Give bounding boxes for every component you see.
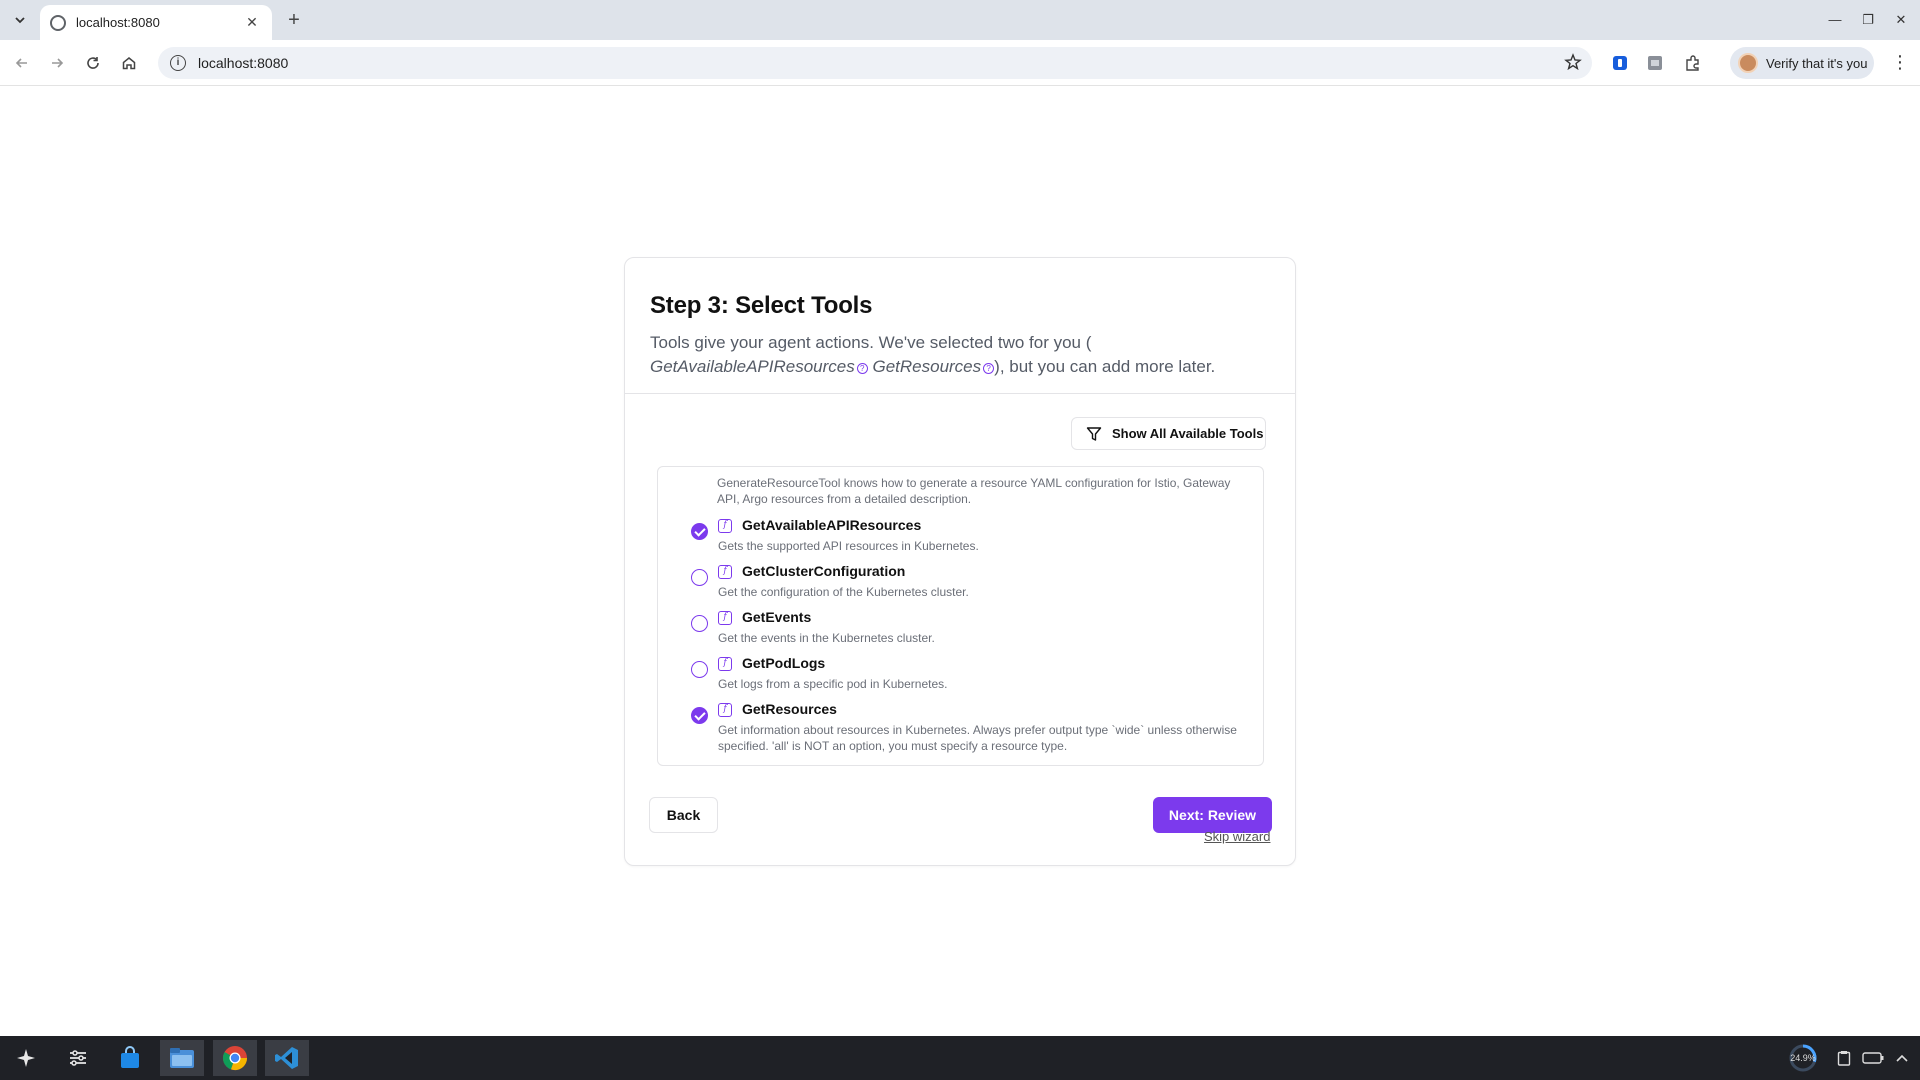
home-icon[interactable] xyxy=(117,51,141,75)
extension-icon[interactable] xyxy=(1644,52,1666,74)
browser-tab[interactable]: localhost:8080 ✕ xyxy=(40,5,272,40)
chevron-down-icon xyxy=(15,17,25,24)
reload-icon[interactable] xyxy=(81,51,105,75)
function-icon: f xyxy=(718,703,732,717)
puzzle-extensions-icon[interactable] xyxy=(1682,52,1704,74)
description-prefix: Tools give your agent actions. We've sel… xyxy=(650,333,1092,352)
tool-description: Get logs from a specific pod in Kubernet… xyxy=(718,677,948,691)
profile-label: Verify that it's you xyxy=(1766,55,1868,71)
globe-icon xyxy=(50,14,66,31)
tool-description: Get information about resources in Kuber… xyxy=(718,723,1237,753)
profile-verify-chip[interactable]: Verify that it's you xyxy=(1730,47,1874,79)
address-bar[interactable]: i localhost:8080 xyxy=(158,47,1592,79)
tool-item-getclusterconfiguration[interactable]: f GetClusterConfiguration Get the config… xyxy=(658,563,1263,609)
tool-select-radio[interactable] xyxy=(691,661,708,678)
tool-name: GetEvents xyxy=(742,609,812,625)
back-nav-icon[interactable] xyxy=(10,51,34,75)
partial-tool-description: GenerateResourceTool knows how to genera… xyxy=(717,476,1231,506)
tab-title: localhost:8080 xyxy=(76,15,160,30)
tab-search-button[interactable] xyxy=(8,8,32,32)
browser-toolbar: i localhost:8080 Verify that it's you ⋮ xyxy=(0,40,1920,86)
page-title: Step 3: Select Tools xyxy=(650,292,873,319)
tool-name: GetAvailableAPIResources xyxy=(742,517,922,533)
tool-description: Gets the supported API resources in Kube… xyxy=(718,539,979,553)
taskbar: 24.9% xyxy=(0,1036,1920,1080)
tool-name: GetPodLogs xyxy=(742,655,826,671)
browser-menu-icon[interactable]: ⋮ xyxy=(1890,53,1910,73)
description-suffix: ), but you can add more later. xyxy=(994,357,1216,376)
tool-list[interactable]: GenerateResourceTool knows how to genera… xyxy=(657,466,1264,766)
wizard-card: Step 3: Select Tools Tools give your age… xyxy=(624,257,1296,866)
filter-icon xyxy=(1086,426,1102,441)
close-window-icon[interactable]: ✕ xyxy=(1891,10,1911,30)
tool-select-radio[interactable] xyxy=(691,615,708,632)
browser-tab-bar: localhost:8080 ✕ + — ❐ ✕ xyxy=(0,0,1920,40)
tool-item-getavailableapiresources[interactable]: f GetAvailableAPIResources Gets the supp… xyxy=(658,517,1263,563)
tool-name: GetClusterConfiguration xyxy=(742,563,906,579)
back-button[interactable]: Back xyxy=(649,797,718,833)
chevron-up-icon[interactable] xyxy=(1892,1048,1912,1068)
next-review-button[interactable]: Next: Review xyxy=(1153,797,1272,833)
tool-item-getresources[interactable]: f GetResources Get information about res… xyxy=(658,701,1263,763)
tool-description: Get the configuration of the Kubernetes … xyxy=(718,585,969,599)
tool-select-radio[interactable] xyxy=(691,569,708,586)
settings-sliders-icon[interactable] xyxy=(56,1040,100,1076)
cpu-usage-label: 24.9% xyxy=(1790,1053,1816,1063)
new-tab-button[interactable]: + xyxy=(282,9,306,33)
url-text: localhost:8080 xyxy=(198,55,289,71)
tool-description: Get the events in the Kubernetes cluster… xyxy=(718,631,935,645)
tool-name: GetResources xyxy=(742,701,837,717)
selected-tool-ref-2: GetResources xyxy=(872,357,982,376)
vscode-icon[interactable] xyxy=(265,1040,309,1076)
tool-item-getevents[interactable]: f GetEvents Get the events in the Kubern… xyxy=(658,609,1263,655)
card-header: Step 3: Select Tools Tools give your age… xyxy=(625,258,1295,394)
battery-icon[interactable] xyxy=(1862,1048,1884,1068)
function-icon: f xyxy=(718,565,732,579)
show-all-tools-label: Show All Available Tools xyxy=(1112,426,1264,441)
cpu-usage-indicator[interactable]: 24.9% xyxy=(1786,1044,1820,1072)
store-bag-icon[interactable] xyxy=(108,1040,152,1076)
forward-nav-icon[interactable] xyxy=(45,51,69,75)
function-icon: f xyxy=(718,519,732,533)
tool-item-getpodlogs[interactable]: f GetPodLogs Get logs from a specific po… xyxy=(658,655,1263,701)
password-manager-extension-icon[interactable] xyxy=(1609,52,1631,74)
bookmark-star-icon[interactable] xyxy=(1564,53,1582,76)
help-icon[interactable]: ? xyxy=(983,363,995,374)
tool-select-radio[interactable] xyxy=(691,707,708,724)
avatar xyxy=(1738,53,1758,73)
chrome-icon[interactable] xyxy=(213,1040,257,1076)
minimize-icon[interactable]: — xyxy=(1825,10,1845,30)
show-all-tools-button[interactable]: Show All Available Tools xyxy=(1071,417,1266,450)
help-icon[interactable]: ? xyxy=(856,363,868,374)
restore-icon[interactable]: ❐ xyxy=(1858,10,1878,30)
close-tab-icon[interactable]: ✕ xyxy=(242,14,262,31)
selected-tool-ref-1: GetAvailableAPIResources xyxy=(650,357,855,376)
site-info-icon[interactable]: i xyxy=(170,55,186,71)
clipboard-icon[interactable] xyxy=(1834,1048,1854,1068)
skip-wizard-link[interactable]: Skip wizard xyxy=(1204,829,1270,844)
page-description: Tools give your agent actions. We've sel… xyxy=(650,331,1271,379)
tool-select-radio[interactable] xyxy=(691,523,708,540)
function-icon: f xyxy=(718,611,732,625)
files-folder-icon[interactable] xyxy=(160,1040,204,1076)
function-icon: f xyxy=(718,657,732,671)
launcher-icon[interactable] xyxy=(4,1040,48,1076)
